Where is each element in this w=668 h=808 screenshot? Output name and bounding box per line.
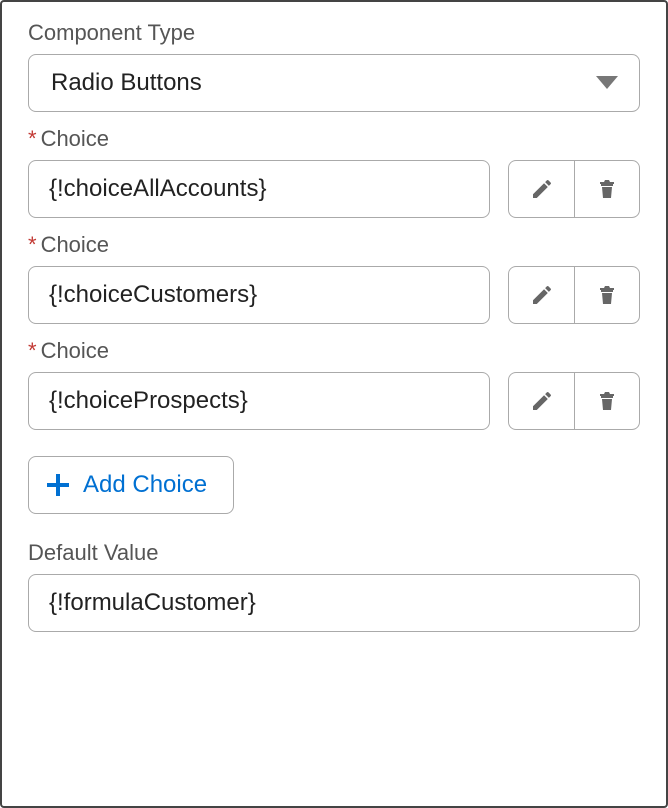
edit-button[interactable] (508, 266, 574, 324)
default-value-label: Default Value (28, 540, 640, 566)
choice-row: {!choiceProspects} (28, 372, 640, 430)
choice-value: {!choiceAllAccounts} (49, 175, 266, 203)
component-type-label: Component Type (28, 20, 640, 46)
properties-panel: Component Type Radio Buttons *Choice {!c… (0, 0, 668, 808)
choice-row: {!choiceAllAccounts} (28, 160, 640, 218)
required-indicator: * (28, 338, 37, 363)
required-indicator: * (28, 126, 37, 151)
required-indicator: * (28, 232, 37, 257)
choice-row: {!choiceCustomers} (28, 266, 640, 324)
trash-icon (595, 283, 619, 307)
pencil-icon (530, 389, 554, 413)
edit-button[interactable] (508, 160, 574, 218)
default-value-text: {!formulaCustomer} (49, 589, 256, 617)
choice-value: {!choiceProspects} (49, 387, 248, 415)
delete-button[interactable] (574, 372, 640, 430)
choice-actions (508, 372, 640, 430)
pencil-icon (530, 283, 554, 307)
trash-icon (595, 177, 619, 201)
plus-icon (47, 474, 69, 496)
choice-label: *Choice (28, 338, 640, 364)
choice-label: *Choice (28, 126, 640, 152)
add-choice-button[interactable]: Add Choice (28, 456, 234, 514)
choice-input[interactable]: {!choiceProspects} (28, 372, 490, 430)
default-value-input[interactable]: {!formulaCustomer} (28, 574, 640, 632)
component-type-value: Radio Buttons (51, 69, 202, 97)
delete-button[interactable] (574, 266, 640, 324)
choice-actions (508, 160, 640, 218)
trash-icon (595, 389, 619, 413)
choice-label: *Choice (28, 232, 640, 258)
choice-actions (508, 266, 640, 324)
pencil-icon (530, 177, 554, 201)
edit-button[interactable] (508, 372, 574, 430)
choice-input[interactable]: {!choiceAllAccounts} (28, 160, 490, 218)
choice-input[interactable]: {!choiceCustomers} (28, 266, 490, 324)
add-choice-label: Add Choice (83, 471, 207, 499)
component-type-select[interactable]: Radio Buttons (28, 54, 640, 112)
choice-value: {!choiceCustomers} (49, 281, 257, 309)
delete-button[interactable] (574, 160, 640, 218)
